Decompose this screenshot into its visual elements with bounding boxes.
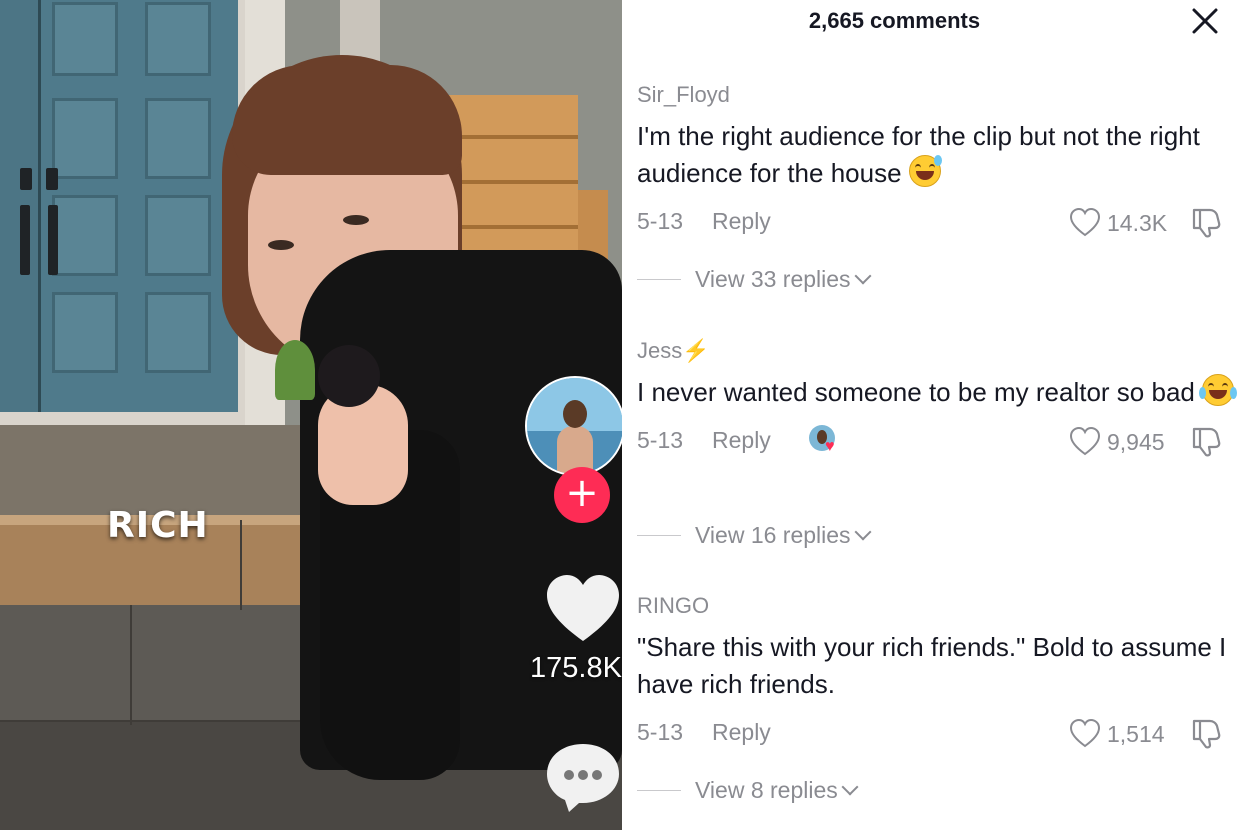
view-replies-label: View 8 replies xyxy=(695,777,838,803)
thumbs-down-icon[interactable] xyxy=(1190,206,1222,238)
comment-text: I never wanted someone to be my realtor … xyxy=(637,374,1238,411)
plant-sprig xyxy=(275,340,315,400)
comment-like-count: 9,945 xyxy=(1107,428,1165,455)
comment-like-count: 14.3K xyxy=(1107,209,1168,236)
comment-item: RINGO "Share this with your rich friends… xyxy=(637,593,1237,751)
comment-like-button[interactable]: 14.3K xyxy=(1069,208,1167,238)
view-replies-button[interactable]: View 33 replies xyxy=(637,266,872,293)
tile-seam xyxy=(240,520,242,610)
microphone xyxy=(318,345,380,407)
view-replies-label: View 16 replies xyxy=(695,522,851,548)
view-replies-label: View 33 replies xyxy=(695,266,851,292)
comment-date: 5-13 xyxy=(637,719,684,745)
grinning-face-with-sweat-emoji xyxy=(908,155,942,187)
person-bangs xyxy=(232,65,462,175)
face-with-tears-of-joy-emoji xyxy=(1199,374,1238,406)
comment-item: Jess⚡ I never wanted someone to be my re… xyxy=(637,338,1238,459)
comment-username[interactable]: RINGO xyxy=(637,593,1237,619)
divider-line xyxy=(637,535,681,536)
like-count: 175.8K xyxy=(530,652,622,684)
comments-panel: 2,665 comments Sir_Floyd I'm the right a… xyxy=(622,0,1250,830)
comment-like-button[interactable]: 1,514 xyxy=(1069,719,1165,749)
heart-outline-icon xyxy=(1069,208,1101,237)
heart-outline-icon xyxy=(1069,719,1101,748)
comment-text: "Share this with your rich friends." Bol… xyxy=(637,632,1227,699)
comment-username[interactable]: Sir_Floyd xyxy=(637,82,1237,108)
comment-like-button[interactable]: 9,945 xyxy=(1069,427,1165,457)
divider-line xyxy=(637,790,681,791)
door-handle xyxy=(48,205,58,275)
creator-avatar[interactable] xyxy=(525,376,622,476)
chevron-down-icon xyxy=(854,267,872,284)
divider-line xyxy=(637,279,681,280)
comment-item: Sir_Floyd I'm the right audience for the… xyxy=(637,82,1237,240)
liked-by-creator-icon: ♥ xyxy=(809,425,841,457)
door-lock xyxy=(20,168,32,190)
comments-count-title: 2,665 comments xyxy=(808,8,981,33)
door-left xyxy=(0,0,38,412)
door-right xyxy=(40,0,238,412)
comment-date: 5-13 xyxy=(637,427,684,453)
view-replies-button[interactable]: View 8 replies xyxy=(637,777,859,804)
reply-button[interactable]: Reply xyxy=(712,208,771,235)
heart-icon[interactable] xyxy=(545,575,621,645)
heart-outline-icon xyxy=(1069,427,1101,456)
lightning-bolt-icon: ⚡ xyxy=(682,338,710,363)
comment-username-text: Jess xyxy=(637,338,683,363)
view-replies-button[interactable]: View 16 replies xyxy=(637,522,872,549)
comment-text-body: I never wanted someone to be my realtor … xyxy=(637,377,1195,407)
thumbs-down-icon[interactable] xyxy=(1190,717,1222,749)
comment-like-count: 1,514 xyxy=(1107,720,1165,747)
comment-date: 5-13 xyxy=(637,208,684,234)
comment-meta: 5-13 Reply 14.3K xyxy=(637,204,1237,240)
comment-meta: 5-13 Reply 1,514 xyxy=(637,715,1237,751)
comment-text: I'm the right audience for the clip but … xyxy=(637,118,1237,192)
video-caption-text: RICH xyxy=(107,505,209,546)
comment-meta: 5-13 Reply ♥ 9,945 xyxy=(637,423,1237,459)
comment-username[interactable]: Jess⚡ xyxy=(637,338,1237,364)
door-lock xyxy=(46,168,58,190)
comment-icon[interactable] xyxy=(545,742,621,812)
chevron-down-icon xyxy=(841,778,859,795)
chevron-down-icon xyxy=(854,523,872,540)
door-gap xyxy=(38,0,41,412)
close-icon[interactable] xyxy=(1190,6,1220,36)
reply-button[interactable]: Reply xyxy=(712,427,771,454)
door-handle xyxy=(20,205,30,275)
tile-seam xyxy=(130,605,132,725)
video-player[interactable]: RICH + 175.8K xyxy=(0,0,622,830)
thumbs-down-icon[interactable] xyxy=(1190,425,1222,457)
reply-button[interactable]: Reply xyxy=(712,719,771,746)
follow-button[interactable]: + xyxy=(554,467,610,523)
